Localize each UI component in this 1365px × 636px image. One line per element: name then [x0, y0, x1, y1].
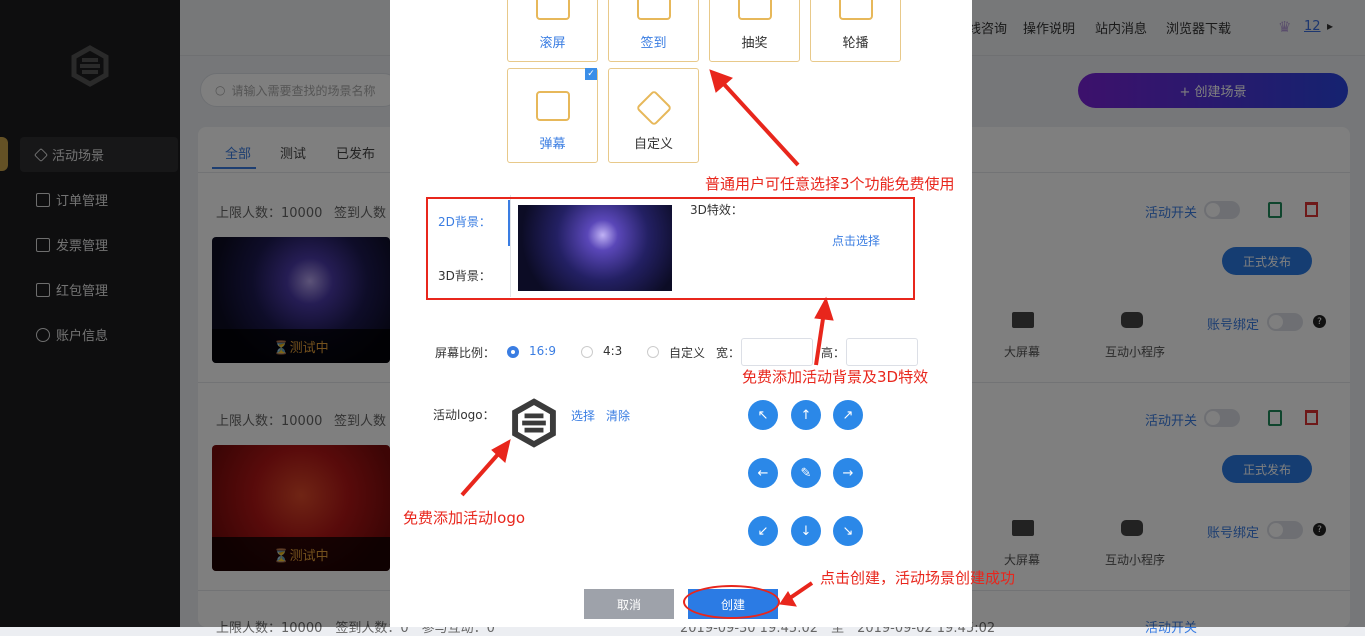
annotation-arrows — [460, 69, 834, 607]
